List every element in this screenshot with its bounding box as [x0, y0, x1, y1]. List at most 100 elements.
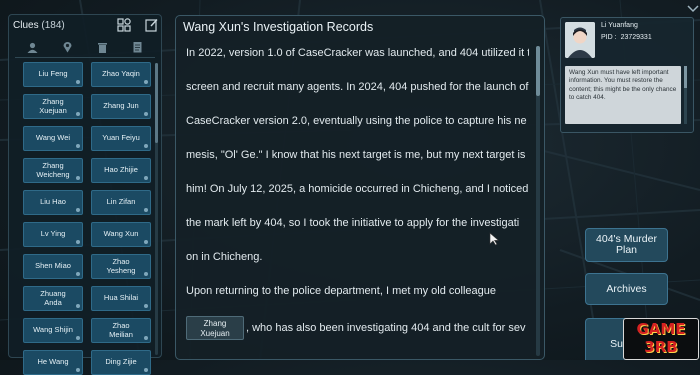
record-line: him! On July 12, 2025, a homicide occurr… [186, 183, 529, 195]
clue-card[interactable]: Shen Miao [23, 254, 83, 279]
trash-filter-icon[interactable] [97, 41, 109, 53]
record-line: the mark left by 404, so I took the init… [186, 217, 520, 229]
clue-status-dot [76, 272, 80, 276]
clue-status-dot [144, 368, 148, 372]
clues-scrollbar[interactable] [155, 63, 158, 355]
clue-status-dot [76, 208, 80, 212]
clue-card[interactable]: Zhao Yaqin [91, 62, 151, 87]
records-scrollbar[interactable] [536, 46, 540, 356]
clues-scroll-thumb[interactable] [155, 63, 158, 143]
clue-status-dot [144, 240, 148, 244]
clue-card[interactable]: Zhang Weicheng [23, 158, 83, 183]
clue-card[interactable]: Wang Xun [91, 222, 151, 247]
filter-divider [15, 57, 155, 58]
murder-plan-label: 404's Murder Plan [596, 233, 657, 256]
record-line: on in Chicheng. [186, 251, 263, 263]
clue-card[interactable]: Hao Zhijie [91, 158, 151, 183]
contact-pid-label: PID : [601, 34, 617, 41]
edit-note-icon[interactable] [145, 18, 159, 32]
clue-card[interactable]: Lv Ying [23, 222, 83, 247]
clue-card-label: Yuan Feiyu [102, 133, 140, 143]
watermark-line1: GAME [636, 320, 686, 338]
clue-grid: Liu Feng Zhao Yaqin Zhang Xuejuan Zhang … [23, 62, 153, 375]
clues-panel: Clues (184) Liu Feng Zhao Yaqin Zhang Xu… [8, 14, 162, 375]
clue-card-label: Liu Feng [38, 69, 68, 79]
clue-card[interactable]: Wang Shijin [23, 318, 83, 343]
clue-card-label: Hao Zhijie [104, 165, 138, 175]
clue-card[interactable]: Zhao Meilian [91, 318, 151, 343]
contact-scroll-thumb[interactable] [684, 66, 687, 88]
clue-status-dot [76, 368, 80, 372]
clue-card-label: Lin Zifan [106, 197, 136, 207]
clues-header: Clues (184) [13, 20, 65, 31]
clue-card[interactable]: Liu Hao [23, 190, 83, 215]
contact-message: Wang Xun must have left important inform… [565, 66, 681, 124]
record-line: CaseCracker version 2.0, eventually usin… [186, 115, 527, 127]
clue-status-dot [144, 80, 148, 84]
person-filter-icon[interactable] [27, 41, 39, 53]
clue-card[interactable]: Wang Wei [23, 126, 83, 151]
clue-status-dot [144, 144, 148, 148]
clue-card-label: Zhao Yaqin [102, 69, 140, 79]
clue-card-label: Lv Ying [40, 229, 66, 239]
record-line-tail: , who has also been investigating 404 an… [246, 321, 526, 334]
clue-card-label: Liu Hao [40, 197, 66, 207]
clue-card-label: Zhang Jun [103, 101, 139, 111]
clue-card[interactable]: Zhao Yesheng [91, 254, 151, 279]
records-title: Wang Xun's Investigation Records [183, 20, 374, 34]
record-line: mesis, "Ol' Ge." I know that his next ta… [186, 149, 526, 161]
location-filter-icon[interactable] [62, 41, 74, 53]
clue-status-dot [144, 208, 148, 212]
clue-filter-row [15, 41, 155, 55]
clue-status-dot [76, 304, 80, 308]
contact-pid: PID :23729331 [601, 34, 652, 41]
clue-status-dot [76, 240, 80, 244]
clue-card-label: Zhao Yesheng [106, 257, 136, 275]
clue-card-label: Zhuang Anda [40, 289, 66, 307]
corner-menu-icon[interactable] [687, 0, 699, 13]
clue-status-dot [144, 112, 148, 116]
clues-count: (184) [41, 20, 65, 31]
record-line: In 2022, version 1.0 of CaseCracker was … [186, 47, 529, 59]
category-grid-icon[interactable] [117, 18, 131, 32]
clue-card-label: Hua Shilai [103, 293, 139, 303]
murder-plan-button[interactable]: 404's Murder Plan [585, 228, 668, 262]
contact-pid-value: 23729331 [620, 34, 652, 41]
records-scroll-thumb[interactable] [536, 46, 540, 96]
clue-card[interactable]: Hua Shilai [91, 286, 151, 311]
clue-card-label: Zhang Weicheng [36, 161, 70, 179]
avatar [565, 22, 595, 58]
contact-message-card[interactable]: Li Yuanfang PID :23729331 Wang Xun must … [560, 17, 694, 133]
clue-card-label: Wang Shijin [33, 325, 73, 335]
clue-card[interactable]: He Wang [23, 350, 83, 375]
clue-card-label: Wang Xun [103, 229, 139, 239]
clue-card-label: Wang Wei [35, 133, 71, 143]
archives-button[interactable]: Archives [585, 273, 668, 305]
clue-card-label: Zhao Meilian [109, 321, 133, 339]
clues-title: Clues [13, 20, 39, 31]
inline-clue-chip[interactable]: Zhang Xuejuan [186, 316, 244, 340]
contact-message-scrollbar[interactable] [684, 66, 687, 124]
records-body: In 2022, version 1.0 of CaseCracker was … [186, 44, 529, 350]
record-line: Upon returning to the police department,… [186, 285, 497, 297]
clue-card[interactable]: Ding Zijie [91, 350, 151, 375]
game3rb-watermark: GAME 3RB [623, 318, 699, 360]
clue-card-label: Shen Miao [35, 261, 71, 271]
watermark-line2: 3RB [644, 338, 678, 356]
clue-card[interactable]: Zhang Xuejuan [23, 94, 83, 119]
clue-status-dot [144, 304, 148, 308]
clue-status-dot [76, 336, 80, 340]
clue-card[interactable]: Lin Zifan [91, 190, 151, 215]
clue-status-dot [76, 144, 80, 148]
archives-label: Archives [606, 282, 647, 295]
clue-card[interactable]: Zhuang Anda [23, 286, 83, 311]
clue-card[interactable]: Zhang Jun [91, 94, 151, 119]
clue-card[interactable]: Liu Feng [23, 62, 83, 87]
clue-status-dot [76, 80, 80, 84]
clue-card[interactable]: Yuan Feiyu [91, 126, 151, 151]
clue-status-dot [76, 176, 80, 180]
clue-card-label: Zhang Xuejuan [39, 97, 67, 115]
investigation-records-panel: Wang Xun's Investigation Records In 2022… [175, 15, 545, 360]
clue-status-dot [144, 336, 148, 340]
document-filter-icon[interactable] [132, 41, 144, 53]
